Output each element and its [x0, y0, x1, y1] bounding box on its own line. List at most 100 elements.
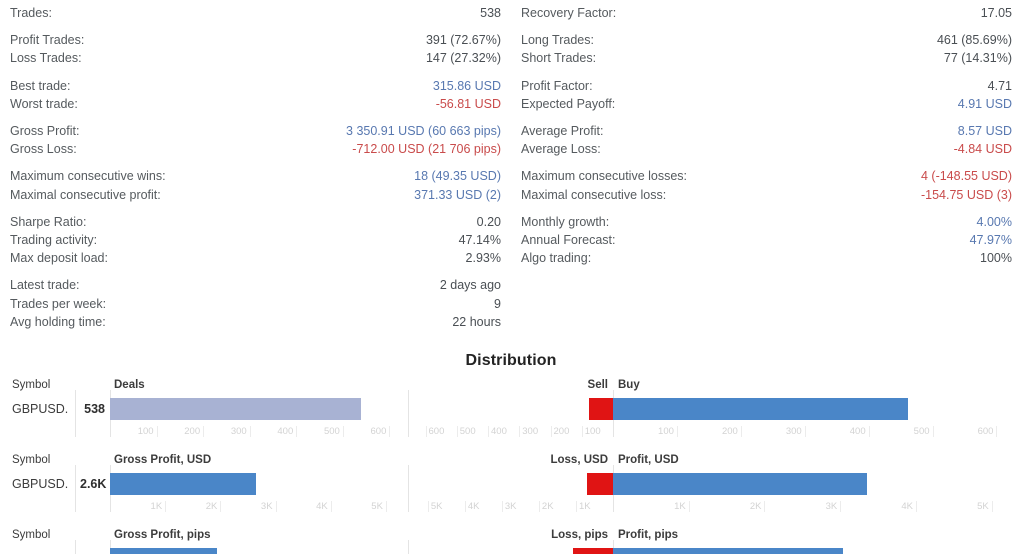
- stat-label: Avg holding time:: [10, 314, 106, 329]
- stat-label: Worst trade:: [10, 96, 78, 111]
- stat-label: Long Trades:: [521, 33, 594, 48]
- grid-divider: [408, 465, 409, 513]
- axis-tick: [996, 426, 998, 438]
- stat-label: Gross Profit:: [10, 124, 80, 139]
- stat-label: Recovery Factor:: [521, 6, 617, 20]
- stat-row: Worst trade: -56.81 USD: [10, 95, 501, 113]
- stat-label: Latest trade:: [10, 278, 80, 293]
- axis-tick: [688, 501, 690, 513]
- axis-tick: [991, 501, 993, 513]
- stat-value: 538: [480, 6, 501, 20]
- stat-value: 371.33 USD (2): [414, 187, 501, 202]
- stat-value: 9: [494, 296, 501, 311]
- stat-value: 147 (27.32%): [425, 51, 501, 66]
- stat-row: Maximum consecutive losses: 4 (-148.55 US…: [521, 167, 1012, 185]
- statistics-right-column: Recovery Factor: 17.05 Long Trades: 461 (85…: [511, 4, 1022, 340]
- axis-tick: [676, 426, 678, 438]
- stat-row: Maximum consecutive wins: 18 (49.35 USD): [10, 167, 501, 185]
- bar-left: [110, 548, 218, 554]
- bar-left: [110, 473, 256, 496]
- stat-value: 47.97%: [969, 233, 1012, 248]
- axis-tick: [249, 426, 251, 438]
- left-chart-header: Gross Profit, USD: [114, 454, 212, 467]
- stat-label: Trading activity:: [10, 233, 98, 248]
- stat-label: Profit Trades:: [10, 33, 85, 48]
- positive-chart-header: Profit, pips: [618, 529, 679, 542]
- axis-tick: [330, 501, 332, 513]
- bar-left: [110, 398, 361, 421]
- distribution-row: Symbol Gross Profit, USD Loss, USD Profit, …: [0, 451, 1022, 526]
- stat-label: Maximum consecutive losses:: [521, 169, 688, 184]
- stat-value: 315.86 USD: [432, 78, 501, 93]
- stat-row: Annual Forecast: 47.97%: [521, 231, 1012, 249]
- axis-tick-label: 400: [849, 426, 866, 438]
- stat-group: Profit Factor: 4.71 Expected Payoff: 4.91 U…: [521, 77, 1012, 122]
- distribution-row: Symbol Deals Sell Buy GBPUSD. 538 100 200 300 400…: [0, 376, 1022, 451]
- grid-divider: [75, 540, 76, 554]
- stat-label: Monthly growth:: [521, 214, 610, 229]
- stat-value: -4.84 USD: [953, 142, 1012, 157]
- stat-row: Gross Loss: -712.00 USD (21 706 pips): [10, 140, 501, 158]
- axis-tick-label: 500: [323, 426, 340, 438]
- positive-chart-header: Profit, USD: [618, 454, 679, 467]
- stat-row: Gross Profit: 3 350.91 USD (60 663 pips): [10, 122, 501, 140]
- stat-value: 17.05: [980, 6, 1012, 20]
- axis-tick: [915, 501, 917, 513]
- stat-group: Average Profit: 8.57 USD Average Loss: -4.8…: [521, 122, 1012, 167]
- axis-tick-label: 200: [184, 426, 201, 438]
- axis-tick-label: 4K: [316, 501, 328, 513]
- grid-divider: [408, 390, 409, 438]
- stat-label: Maximal consecutive profit:: [10, 187, 161, 202]
- axis-tick-label: 1K: [150, 501, 163, 513]
- stat-row: Trades: 538: [10, 4, 501, 22]
- stat-value: 4.00%: [976, 214, 1012, 229]
- stat-label: Profit Factor:: [521, 78, 593, 93]
- stat-value: 77 (14.31%): [943, 51, 1012, 66]
- axis-tick-label: 4K: [467, 501, 480, 513]
- stat-label: Average Loss:: [521, 142, 601, 157]
- axis-tick: [740, 426, 742, 438]
- axis-tick-label: 400: [277, 426, 294, 438]
- stat-row: Profit Trades: 391 (72.67%): [10, 31, 501, 49]
- stat-row: Maximal consecutive loss: -154.75 USD (3): [521, 186, 1012, 204]
- stat-label: Loss Trades:: [10, 51, 82, 66]
- stat-label: Sharpe Ratio:: [10, 214, 87, 229]
- axis-tick-label: 100: [584, 426, 601, 438]
- stat-value: 2 days ago: [439, 278, 501, 293]
- axis-tick-label: 100: [137, 426, 154, 438]
- stat-group: Maximum consecutive losses: 4 (-148.55 US…: [521, 167, 1012, 212]
- negative-chart-header: Loss, pips: [551, 529, 608, 542]
- grid-divider: [75, 465, 76, 513]
- stat-row: Average Loss: -4.84 USD: [521, 140, 1012, 158]
- stat-group: Latest trade: 2 days ago Trades per week: 9…: [10, 276, 501, 340]
- stat-value: -56.81 USD: [435, 96, 501, 111]
- stat-row: Average Profit: 8.57 USD: [521, 122, 1012, 140]
- stat-value: 47.14%: [458, 233, 501, 248]
- stat-group: Profit Trades: 391 (72.67%) Loss Trades: 14…: [10, 31, 501, 76]
- axis-tick: [203, 426, 205, 438]
- axis-tick-label: 1K: [674, 501, 686, 513]
- stat-row: Trading activity: 47.14%: [10, 231, 501, 249]
- statistics-panel: Trades: 538 Profit Trades: 391 (72.67%) Loss…: [0, 0, 1022, 340]
- axis-tick-label: 3K: [504, 501, 517, 513]
- symbol-name: GBPUSD.: [12, 477, 69, 492]
- stat-group: Recovery Factor: 17.05: [521, 4, 1012, 31]
- stat-value: 100%: [980, 251, 1012, 266]
- stat-value: 2.93%: [465, 251, 501, 266]
- symbol-name: GBPUSD.: [12, 402, 69, 417]
- stat-label: Best trade:: [10, 78, 71, 93]
- symbol-column-header: Symbol: [12, 454, 51, 467]
- axis-tick-label: 2K: [749, 501, 762, 513]
- left-chart-header: Gross Profit, pips: [114, 529, 211, 542]
- stat-row: Monthly growth: 4.00%: [521, 213, 1012, 231]
- axis-tick-label: 5K: [977, 501, 989, 513]
- axis-tick: [840, 501, 842, 513]
- bar-positive: [613, 548, 843, 554]
- distribution-title: Distribution: [465, 352, 557, 370]
- stat-value: 0.20: [476, 214, 501, 229]
- axis-tick-label: 5K: [430, 501, 443, 513]
- positive-chart-header: Buy: [618, 379, 640, 392]
- grid-divider: [75, 390, 76, 438]
- stat-row: Best trade: 315.86 USD: [10, 77, 501, 95]
- stat-value: 4.91 USD: [957, 96, 1012, 111]
